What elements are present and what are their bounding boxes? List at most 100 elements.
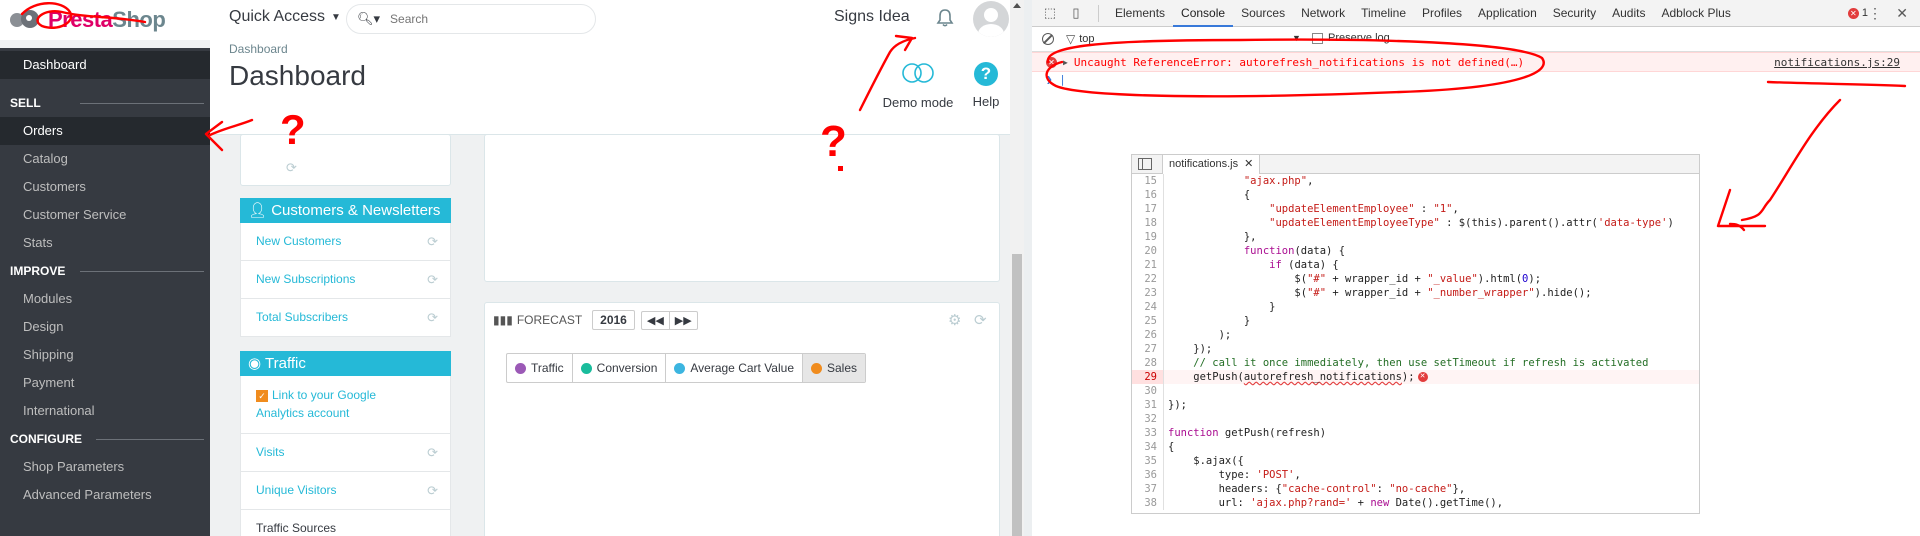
error-source-link[interactable]: notifications.js:29	[1774, 56, 1900, 69]
line-number[interactable]: 32	[1132, 412, 1164, 426]
code-editor[interactable]: 15 "ajax.php", 16 {17 "updateElementEmplo…	[1132, 174, 1699, 510]
sidebar-item-customers[interactable]: Customers	[0, 173, 210, 201]
avatar[interactable]	[973, 1, 1009, 37]
demo-mode-toggle[interactable]: Demo mode	[882, 62, 954, 110]
chevron-down-icon[interactable]: ▼	[1292, 33, 1301, 43]
line-number[interactable]: 20	[1132, 244, 1164, 258]
help-button[interactable]: ? Help	[966, 62, 1006, 109]
line-number[interactable]: 29	[1132, 370, 1164, 384]
search-icon[interactable]: 🔍︎▾	[357, 11, 380, 27]
line-number[interactable]: 17	[1132, 202, 1164, 216]
sidebar-item-modules[interactable]: Modules	[0, 285, 210, 313]
sidebar-item-payment[interactable]: Payment	[0, 369, 210, 397]
bell-icon[interactable]	[935, 8, 955, 28]
tab-console[interactable]: Console	[1173, 0, 1234, 27]
preserve-log-option[interactable]: Preserve log	[1312, 32, 1390, 44]
tab-traffic[interactable]: Traffic	[507, 354, 573, 382]
line-number[interactable]: 15	[1132, 174, 1164, 188]
code-line[interactable]: 30	[1132, 384, 1699, 398]
line-number[interactable]: 22	[1132, 272, 1164, 286]
sidebar-item-advanced-parameters[interactable]: Advanced Parameters	[0, 481, 210, 509]
list-item[interactable]: Visits ⟳	[240, 434, 451, 472]
code-line[interactable]: 19 },	[1132, 230, 1699, 244]
line-number[interactable]: 18	[1132, 216, 1164, 230]
close-icon[interactable]: ✕	[1896, 5, 1908, 22]
search-box[interactable]: 🔍︎▾	[346, 4, 596, 34]
inspect-element-icon[interactable]: ⬚	[1042, 5, 1058, 21]
tab-audits[interactable]: Audits	[1604, 0, 1653, 27]
list-item[interactable]: Total Subscribers ⟳	[240, 299, 451, 337]
list-item[interactable]: New Subscriptions ⟳	[240, 261, 451, 299]
context-selector[interactable]: top	[1079, 33, 1094, 45]
line-number[interactable]: 23	[1132, 286, 1164, 300]
code-line[interactable]: 34 {	[1132, 440, 1699, 454]
refresh-icon[interactable]: ⟳	[427, 272, 438, 288]
file-tab[interactable]: notifications.js ✕	[1162, 154, 1261, 174]
code-line[interactable]: 26 );	[1132, 328, 1699, 342]
google-analytics-link[interactable]: ✓ Link to your Google Analytics account	[256, 386, 396, 422]
code-line[interactable]: 23 $("#" + wrapper_id + "_number_wrapper…	[1132, 286, 1699, 300]
sidebar-item-orders[interactable]: Orders	[0, 117, 210, 145]
code-line[interactable]: 28 // call it once immediately, then use…	[1132, 356, 1699, 370]
line-number[interactable]: 30	[1132, 384, 1164, 398]
line-number[interactable]: 34	[1132, 440, 1164, 454]
sidebar-item-dashboard[interactable]: Dashboard	[0, 51, 210, 79]
toggle-navigator-icon[interactable]	[1138, 158, 1152, 170]
code-line[interactable]: 20 function(data) {	[1132, 244, 1699, 258]
console-prompt[interactable]: ❯ |	[1032, 72, 1920, 88]
tab-security[interactable]: Security	[1545, 0, 1604, 27]
line-number[interactable]: 21	[1132, 258, 1164, 272]
line-number[interactable]: 35	[1132, 454, 1164, 468]
filter-icon[interactable]: ▽	[1066, 32, 1075, 46]
line-number[interactable]: 26	[1132, 328, 1164, 342]
scrollbar-thumb[interactable]	[1012, 254, 1022, 536]
line-number[interactable]: 33	[1132, 426, 1164, 440]
tab-sources[interactable]: Sources	[1233, 0, 1293, 27]
tab-network[interactable]: Network	[1293, 0, 1353, 27]
tab-profiles[interactable]: Profiles	[1414, 0, 1470, 27]
code-line[interactable]: 36 type: 'POST',	[1132, 468, 1699, 482]
code-line[interactable]: 31});	[1132, 398, 1699, 412]
unique-visitors-link[interactable]: Unique Visitors	[256, 483, 336, 497]
tab-average-cart-value[interactable]: Average Cart Value	[666, 354, 803, 382]
preserve-log-checkbox[interactable]	[1312, 32, 1323, 44]
sidebar-item-international[interactable]: International	[0, 397, 210, 425]
visits-link[interactable]: Visits	[256, 445, 284, 459]
line-number[interactable]: 27	[1132, 342, 1164, 356]
search-input[interactable]	[390, 12, 571, 26]
refresh-icon[interactable]: ⟳	[427, 445, 438, 461]
quick-access-menu[interactable]: Quick Access ▼	[229, 8, 341, 26]
code-line[interactable]: 35 $.ajax({	[1132, 454, 1699, 468]
line-number[interactable]: 38	[1132, 496, 1164, 510]
code-line[interactable]: 25 }	[1132, 314, 1699, 328]
code-line[interactable]: 33 function getPush(refresh)	[1132, 426, 1699, 440]
list-item[interactable]: Traffic Sources	[240, 510, 451, 536]
line-number[interactable]: 24	[1132, 300, 1164, 314]
sidebar-item-catalog[interactable]: Catalog	[0, 145, 210, 173]
sidebar-item-shipping[interactable]: Shipping	[0, 341, 210, 369]
line-number[interactable]: 25	[1132, 314, 1164, 328]
new-customers-link[interactable]: New Customers	[256, 234, 341, 248]
page-scrollbar[interactable]	[1010, 0, 1024, 536]
refresh-icon[interactable]: ⟳	[427, 310, 438, 326]
expand-triangle-icon[interactable]: ▶	[1063, 58, 1068, 67]
line-number[interactable]: 36	[1132, 468, 1164, 482]
prestashop-logo[interactable]: PrestaShop	[0, 0, 210, 40]
line-number[interactable]: 28	[1132, 356, 1164, 370]
code-line[interactable]: 37 headers: {"cache-control": "no-cache"…	[1132, 482, 1699, 496]
total-subscribers-link[interactable]: Total Subscribers	[256, 310, 348, 324]
sidebar-item-customer-service[interactable]: Customer Service	[0, 201, 210, 229]
line-number[interactable]: 37	[1132, 482, 1164, 496]
refresh-icon[interactable]: ⟳	[427, 483, 438, 499]
previous-year-icon[interactable]: ◀◀	[640, 310, 670, 330]
line-number[interactable]: 31	[1132, 398, 1164, 412]
code-line[interactable]: 15 "ajax.php",	[1132, 174, 1699, 188]
tab-elements[interactable]: Elements	[1107, 0, 1173, 27]
device-mode-icon[interactable]: ▯	[1068, 5, 1084, 21]
list-item[interactable]: ✓ Link to your Google Analytics account	[240, 376, 451, 434]
refresh-icon[interactable]: ⟳	[427, 234, 438, 250]
code-line[interactable]: 22 $("#" + wrapper_id + "_value").html(0…	[1132, 272, 1699, 286]
tab-sales[interactable]: Sales	[803, 354, 866, 382]
line-number[interactable]: 19	[1132, 230, 1164, 244]
code-line[interactable]: 32	[1132, 412, 1699, 426]
